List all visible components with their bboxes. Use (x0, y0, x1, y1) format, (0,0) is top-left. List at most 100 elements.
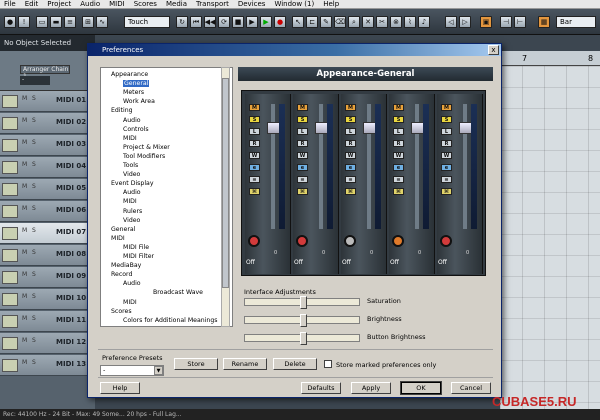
tree-item[interactable]: Audio (123, 117, 141, 124)
ok-button[interactable]: OK (400, 381, 442, 395)
solo-button[interactable]: S (32, 183, 40, 191)
activate-project-button[interactable]: ● (4, 16, 16, 28)
track-row[interactable]: M S MIDI 02 (0, 113, 95, 134)
channel-button[interactable]: ⌘ (249, 188, 260, 195)
comp-tool[interactable]: ♪ (418, 16, 430, 28)
snap-button[interactable]: ⊣ (500, 16, 512, 28)
adjustment-slider[interactable] (244, 314, 360, 327)
solo-button[interactable]: S (32, 315, 40, 323)
slider-thumb[interactable] (300, 314, 307, 327)
tree-item[interactable]: MIDI (123, 135, 137, 142)
constrain-delay-button[interactable]: ! (18, 16, 30, 28)
channel-routing[interactable]: Off (246, 259, 255, 266)
eraser-tool[interactable]: ⌫ (334, 16, 346, 28)
track-row[interactable]: M S MIDI 11 (0, 311, 95, 332)
tree-item[interactable]: Audio (123, 189, 141, 196)
track-row[interactable]: M S MIDI 01 (0, 91, 95, 112)
mute-button[interactable]: M (22, 293, 30, 301)
track-row[interactable]: M S MIDI 12 (0, 333, 95, 354)
mute-button[interactable]: M (22, 183, 30, 191)
record-knob-icon[interactable] (296, 235, 308, 247)
tree-item[interactable]: General (123, 80, 150, 88)
apply-button[interactable]: Apply (351, 382, 391, 394)
solo-button[interactable]: S (32, 249, 40, 257)
zoom-tool[interactable]: ⌕ (348, 16, 360, 28)
record-knob-icon[interactable] (392, 235, 404, 247)
channel-button[interactable]: W (441, 152, 452, 159)
go-to-start-button[interactable]: ⏮ (190, 16, 202, 28)
menu-item[interactable]: Media (166, 0, 187, 8)
channel-button[interactable]: M (297, 104, 308, 111)
mute-button[interactable]: M (22, 315, 30, 323)
channel-routing[interactable]: Off (390, 259, 399, 266)
channel-button[interactable]: W (249, 152, 260, 159)
channel-button[interactable]: M (345, 104, 356, 111)
tree-item[interactable]: Event Display (111, 180, 154, 187)
track-row[interactable]: M S MIDI 05 (0, 179, 95, 200)
channel-button[interactable]: S (249, 116, 260, 123)
time-warp-tool[interactable]: ⌇ (404, 16, 416, 28)
tree-item[interactable]: Scores (111, 308, 132, 315)
menu-item[interactable]: File (4, 0, 16, 8)
tree-item[interactable]: MIDI (123, 299, 137, 306)
slider-thumb[interactable] (300, 296, 307, 309)
solo-button[interactable]: S (32, 139, 40, 147)
track-row[interactable]: M S MIDI 09 (0, 267, 95, 288)
split-tool[interactable]: ✂ (376, 16, 388, 28)
tree-item[interactable]: General (111, 226, 135, 233)
tree-item[interactable]: Tools (123, 162, 138, 169)
delete-preset-button[interactable]: Delete (273, 358, 317, 370)
mute-button[interactable]: M (22, 337, 30, 345)
channel-button[interactable]: ⌘ (441, 188, 452, 195)
help-button[interactable]: Help (100, 382, 140, 394)
adjustment-slider[interactable] (244, 332, 360, 345)
nudge-left-button[interactable]: ◁ (445, 16, 457, 28)
stop-button[interactable]: ■ (232, 16, 244, 28)
tree-scrollbar[interactable] (221, 67, 230, 327)
tree-item[interactable]: MIDI (111, 235, 125, 242)
channel-button[interactable]: e (297, 164, 308, 171)
channel-button[interactable]: e (441, 164, 452, 171)
dialog-close-button[interactable]: x (488, 45, 499, 55)
track-row[interactable]: M S MIDI 13 (0, 355, 95, 376)
channel-button[interactable]: e (345, 164, 356, 171)
object-selection-tool[interactable]: ↖ (292, 16, 304, 28)
channel-button[interactable]: e (249, 164, 260, 171)
channel-button[interactable]: ⌘ (345, 188, 356, 195)
menu-item[interactable]: Devices (238, 0, 266, 8)
channel-button[interactable]: L (441, 128, 452, 135)
tree-item[interactable]: Controls (123, 126, 149, 133)
channel-button[interactable]: W (297, 152, 308, 159)
adjustment-slider[interactable] (244, 296, 360, 309)
tree-item[interactable]: Editing (111, 107, 133, 114)
track-row[interactable]: M S MIDI 10 (0, 289, 95, 310)
channel-button[interactable]: ≡ (441, 176, 452, 183)
menu-item[interactable]: Edit (25, 0, 39, 8)
mute-button[interactable]: M (22, 271, 30, 279)
inspector-toggle-button[interactable]: ▭ (36, 16, 48, 28)
range-tool[interactable]: ⊏ (306, 16, 318, 28)
channel-routing[interactable]: Off (342, 259, 351, 266)
channel-button[interactable]: L (345, 128, 356, 135)
solo-button[interactable]: S (32, 271, 40, 279)
grid-type-button[interactable]: ▦ (538, 16, 550, 28)
solo-button[interactable]: S (32, 205, 40, 213)
channel-button[interactable]: ≡ (297, 176, 308, 183)
channel-button[interactable]: S (393, 116, 404, 123)
defaults-button[interactable]: Defaults (301, 382, 341, 394)
menu-item[interactable]: Transport (196, 0, 229, 8)
tree-item[interactable]: MIDI (123, 198, 137, 205)
rewind-button[interactable]: ◀◀ (204, 16, 216, 28)
channel-button[interactable]: M (441, 104, 452, 111)
loop-button[interactable]: ↻ (176, 16, 188, 28)
channel-button[interactable]: R (345, 140, 356, 147)
cancel-button[interactable]: Cancel (451, 382, 491, 394)
solo-button[interactable]: S (32, 161, 40, 169)
play-button[interactable]: ▶ (246, 16, 258, 28)
mute-button[interactable]: M (22, 117, 30, 125)
solo-button[interactable]: S (32, 293, 40, 301)
tree-item[interactable]: Project & Mixer (123, 144, 170, 151)
play-selection-button[interactable]: ▶ (260, 16, 272, 28)
solo-button[interactable]: S (32, 359, 40, 367)
slider-thumb[interactable] (300, 332, 307, 345)
